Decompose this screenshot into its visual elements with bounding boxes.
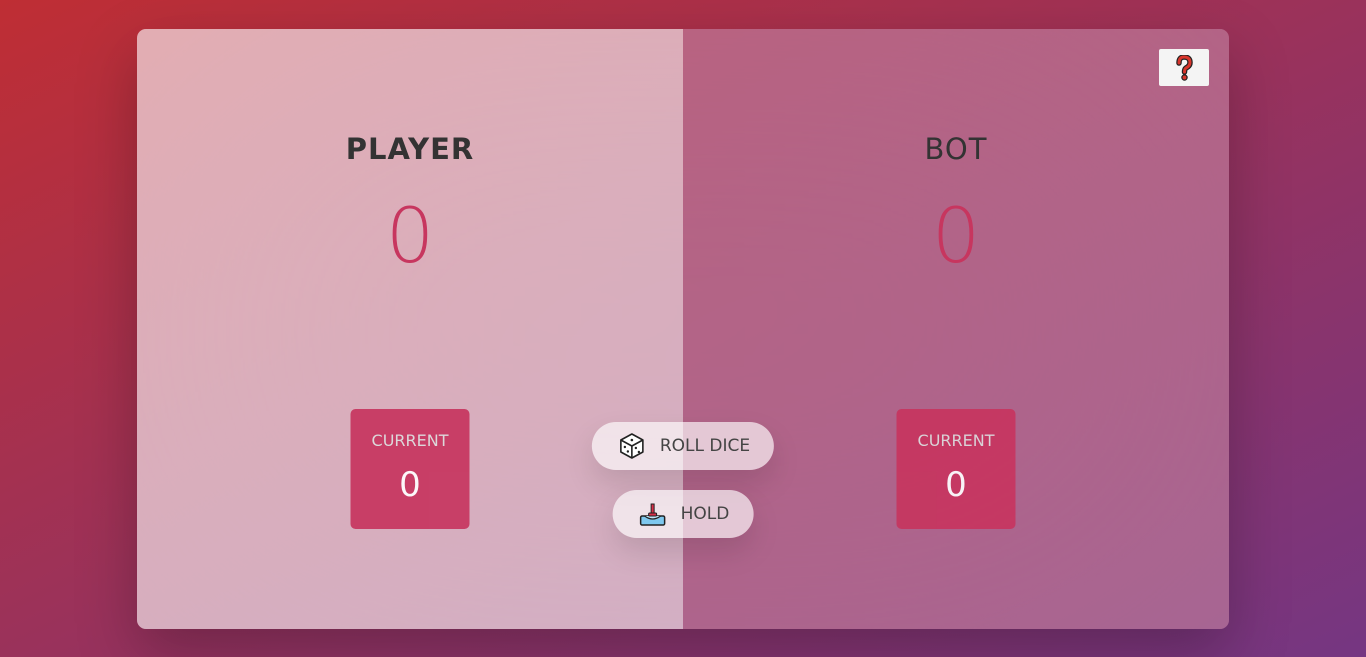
player-name: PLAYER bbox=[345, 132, 475, 166]
player-panel: PLAYER 0 CURRENT 0 bbox=[137, 29, 683, 629]
bot-name: BOT bbox=[924, 132, 988, 166]
bot-current-label: CURRENT bbox=[917, 431, 995, 450]
hold-button[interactable]: HOLD bbox=[612, 490, 754, 538]
hold-icon bbox=[639, 500, 667, 528]
hold-label: HOLD bbox=[680, 504, 730, 524]
bot-current-box: CURRENT 0 bbox=[896, 409, 1016, 529]
player-current-box: CURRENT 0 bbox=[350, 409, 470, 529]
question-mark-icon bbox=[1175, 54, 1193, 81]
bot-current-score: 0 bbox=[945, 465, 967, 505]
player-current-label: CURRENT bbox=[371, 431, 449, 450]
help-button[interactable] bbox=[1159, 49, 1209, 86]
dice-icon bbox=[618, 432, 646, 460]
player-current-score: 0 bbox=[399, 465, 421, 505]
game-board: PLAYER 0 CURRENT 0 BOT 0 CURRENT 0 ROLL … bbox=[137, 29, 1229, 629]
player-score: 0 bbox=[385, 191, 435, 280]
roll-dice-button[interactable]: ROLL DICE bbox=[591, 422, 775, 470]
bot-panel: BOT 0 CURRENT 0 bbox=[683, 29, 1229, 629]
bot-score: 0 bbox=[931, 191, 981, 280]
roll-dice-label: ROLL DICE bbox=[659, 436, 751, 456]
